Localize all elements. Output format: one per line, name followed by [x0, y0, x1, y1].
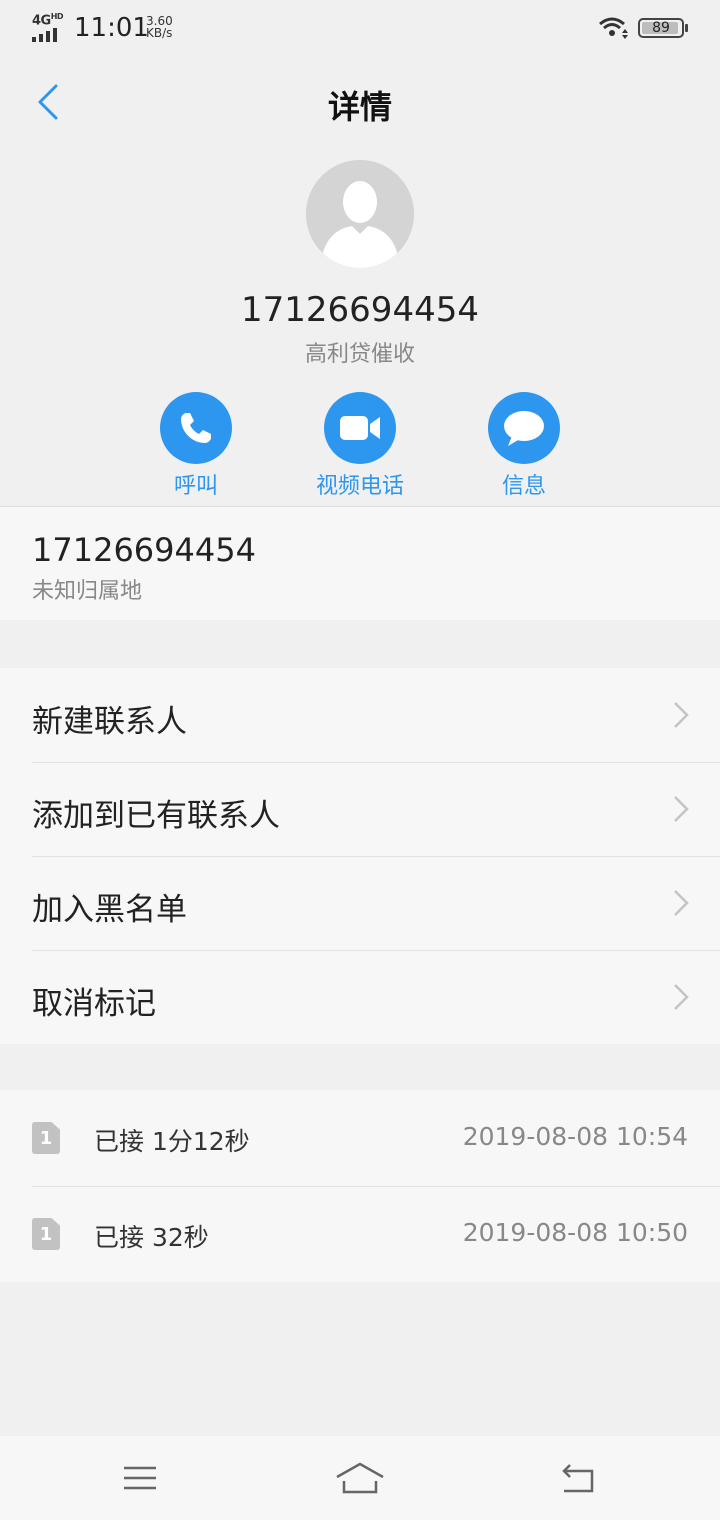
menu-item-label: 加入黑名单: [32, 892, 187, 928]
number-info-location: 未知归属地: [32, 579, 143, 604]
call-label: 呼叫: [173, 474, 218, 499]
chevron-right-icon: [674, 796, 689, 822]
wifi-icon: [599, 17, 628, 39]
phone-icon: [181, 413, 211, 443]
person-silhouette-icon: [306, 160, 414, 268]
battery-level: 89: [652, 20, 670, 36]
add-to-existing-contact-item[interactable]: 添加到已有联系人: [0, 762, 720, 856]
network-type: 4G: [32, 13, 51, 29]
call-time: 2019-08-08 10:54: [462, 1122, 688, 1151]
video-call-label: 视频电话: [315, 474, 404, 499]
system-back-button[interactable]: [548, 1456, 608, 1500]
status-bar: 4GHD 11:01 3.60 KB/s 89: [0, 0, 720, 56]
clock: 11:01: [74, 13, 149, 43]
video-camera-icon: [340, 416, 380, 440]
message-label: 信息: [501, 474, 546, 499]
chevron-right-icon: [674, 984, 689, 1010]
battery-icon: 89: [638, 18, 688, 38]
add-to-blacklist-item[interactable]: 加入黑名单: [0, 856, 720, 950]
call-type: 已接 32秒: [94, 1223, 209, 1252]
network-speed-unit: KB/s: [146, 26, 173, 40]
network-speed: 3.60 KB/s: [146, 15, 173, 39]
call-type: 已接 1分12秒: [94, 1127, 250, 1156]
contact-tag: 高利贷催收: [304, 342, 415, 367]
number-info-number: 17126694454: [32, 531, 256, 569]
new-contact-item[interactable]: 新建联系人: [0, 668, 720, 762]
home-icon: [336, 1462, 384, 1494]
page-title: 详情: [327, 88, 392, 126]
menu-button[interactable]: [110, 1456, 170, 1500]
number-info[interactable]: 17126694454 未知归属地: [0, 507, 720, 620]
chat-bubble-icon: [504, 411, 544, 446]
call-button[interactable]: 呼叫: [111, 392, 281, 500]
network-signal-icon: 4GHD: [32, 12, 66, 42]
remove-mark-item[interactable]: 取消标记: [0, 950, 720, 1044]
chevron-right-icon: [674, 702, 689, 728]
contact-number: 17126694454: [241, 290, 479, 330]
call-log: 1 已接 1分12秒 2019-08-08 10:54 1 已接 32秒 201…: [0, 1090, 720, 1282]
call-log-row[interactable]: 1 已接 1分12秒 2019-08-08 10:54: [0, 1090, 720, 1186]
navigation-bar: [0, 1436, 720, 1520]
video-call-button[interactable]: 视频电话: [275, 392, 445, 500]
call-time: 2019-08-08 10:50: [462, 1218, 688, 1247]
back-arrow-icon: [562, 1464, 594, 1493]
menu-item-label: 取消标记: [32, 986, 156, 1022]
menu-item-label: 添加到已有联系人: [32, 798, 280, 834]
sim-card-icon: 1: [32, 1218, 60, 1250]
chevron-right-icon: [674, 890, 689, 916]
message-button[interactable]: 信息: [439, 392, 609, 500]
menu-item-label: 新建联系人: [32, 704, 187, 740]
avatar: [306, 160, 414, 268]
call-log-row[interactable]: 1 已接 32秒 2019-08-08 10:50: [0, 1186, 720, 1282]
menu-icon: [124, 1466, 156, 1490]
options-menu: 新建联系人 添加到已有联系人 加入黑名单 取消标记: [0, 668, 720, 1044]
home-button[interactable]: [330, 1456, 390, 1500]
sim-card-icon: 1: [32, 1122, 60, 1154]
network-hd: HD: [50, 12, 64, 21]
